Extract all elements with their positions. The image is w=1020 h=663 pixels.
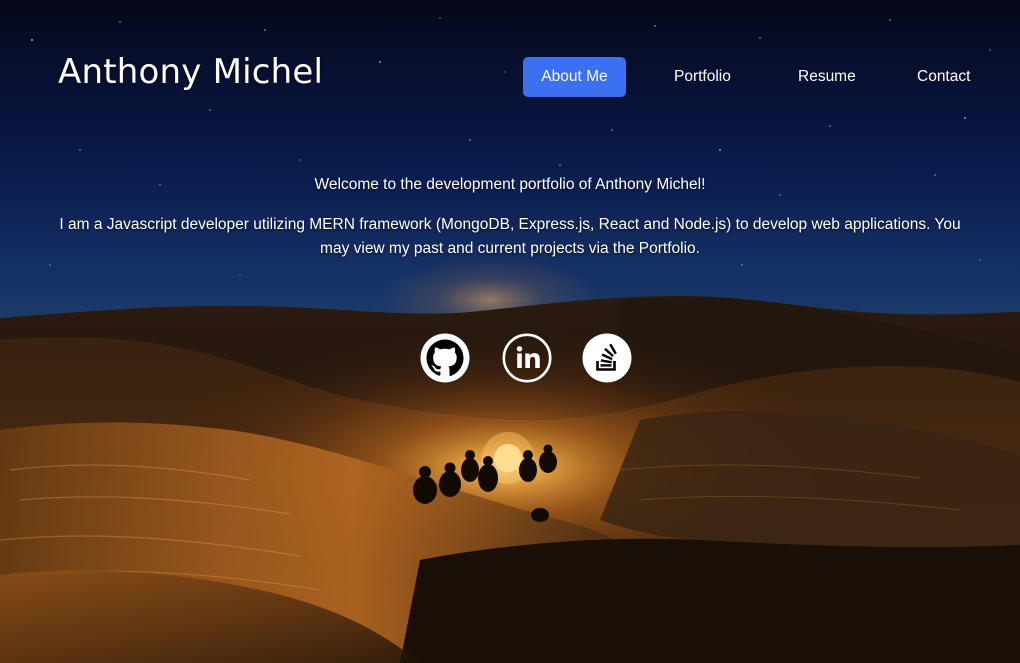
social-links <box>420 333 632 383</box>
stack-overflow-link[interactable] <box>582 333 632 383</box>
nav-about-me[interactable]: About Me <box>523 57 626 97</box>
nav-portfolio[interactable]: Portfolio <box>674 57 731 97</box>
about-section: Welcome to the development portfolio of … <box>40 170 980 261</box>
site-title: Anthony Michel <box>58 52 324 92</box>
main-nav: About Me Portfolio Resume Contact <box>523 57 993 97</box>
stack-overflow-icon <box>582 333 632 383</box>
linkedin-link[interactable] <box>502 333 552 383</box>
nav-contact[interactable]: Contact <box>917 57 970 97</box>
background-desert-night-image <box>0 0 1020 663</box>
nav-resume[interactable]: Resume <box>798 57 856 97</box>
welcome-text: Welcome to the development portfolio of … <box>314 176 706 193</box>
github-icon <box>420 333 470 383</box>
bio-text: I am a Javascript developer utilizing ME… <box>59 216 961 257</box>
portfolio-page: Anthony Michel About Me Portfolio Resume… <box>0 0 1020 663</box>
github-link[interactable] <box>420 333 470 383</box>
linkedin-icon <box>502 333 552 383</box>
